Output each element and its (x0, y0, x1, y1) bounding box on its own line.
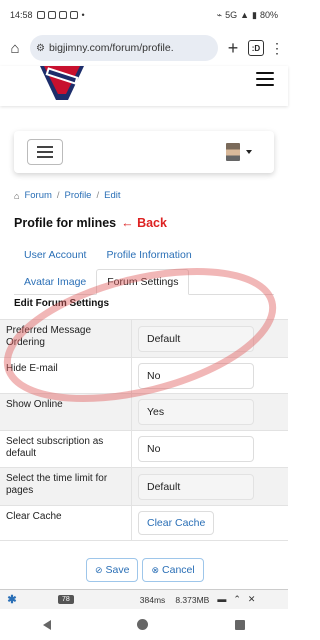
table-row: Preferred Message Ordering Default (0, 319, 288, 357)
address-bar[interactable]: ⚙ bigjimny.com/forum/profile. (30, 35, 218, 61)
home-breadcrumb-icon: ⌂ (14, 190, 20, 201)
query-count-badge[interactable]: 78 (58, 595, 74, 604)
back-link[interactable]: ← Back (121, 216, 167, 230)
back-icon[interactable] (43, 619, 52, 630)
setting-label: Select the time limit for pages (0, 468, 132, 505)
maximize-icon[interactable]: ▬ (217, 594, 226, 605)
settings-table: Preferred Message Ordering Default Hide … (0, 319, 288, 541)
breadcrumb-forum[interactable]: Forum (24, 190, 51, 201)
message-ordering-select[interactable]: Default (138, 325, 254, 352)
battery-level: 80% (259, 10, 278, 20)
tab-user-account[interactable]: User Account (14, 242, 96, 268)
url-text: bigjimny.com/forum/profile. (48, 42, 174, 54)
tab-avatar-image[interactable]: Avatar Image (14, 269, 96, 295)
show-online-select[interactable]: Yes (138, 399, 254, 425)
site-header (0, 66, 288, 106)
recents-icon[interactable] (234, 619, 245, 630)
new-tab-icon[interactable]: + (224, 38, 242, 59)
signal-icon: ▲ (240, 10, 250, 20)
time-limit-select[interactable]: Default (138, 473, 254, 500)
breadcrumb-separator: / (56, 190, 60, 201)
setting-label: Show Online (0, 394, 132, 430)
tab-row-2: Avatar Image Forum Settings (14, 269, 274, 295)
notification-icons (36, 11, 78, 19)
home-button-icon[interactable] (137, 619, 149, 630)
debug-controls: ▬ ⌃ ✕ (217, 594, 255, 605)
tab-profile-information[interactable]: Profile Information (96, 242, 201, 268)
memory-usage: 8.373MB (175, 594, 210, 605)
breadcrumb-edit[interactable]: Edit (104, 190, 120, 201)
status-bar-left: 14:58 • (10, 10, 85, 20)
joomla-icon[interactable]: ✱ (6, 594, 18, 606)
site-settings-icon[interactable]: ⚙ (36, 43, 45, 54)
site-logo[interactable] (38, 66, 86, 104)
hide-email-select[interactable]: No (138, 362, 254, 389)
browser-toolbar: ⌂ ⚙ bigjimny.com/forum/profile. + :D ⋮ (0, 30, 288, 66)
table-row: Clear Cache Clear Cache (0, 505, 288, 541)
avatar[interactable] (226, 143, 240, 161)
page-title: Profile for mlines ← Back (14, 216, 167, 230)
chevron-down-icon[interactable] (246, 150, 252, 154)
breadcrumb-profile[interactable]: Profile (65, 190, 92, 201)
browser-menu-icon[interactable]: ⋮ (270, 40, 284, 57)
mute-icon: ⌁ (216, 9, 223, 20)
save-button[interactable]: ⊘ Save (86, 558, 139, 582)
setting-label: Clear Cache (0, 506, 132, 540)
form-actions: ⊘ Save ⊗ Cancel (86, 558, 204, 582)
table-row: Hide E-mail No (0, 357, 288, 393)
forum-navbar (14, 131, 274, 173)
table-row: Show Online Yes (0, 393, 288, 430)
page-title-text: Profile for mlines (14, 216, 117, 230)
tab-switcher-icon[interactable]: :D (248, 40, 264, 56)
breadcrumb-separator: / (96, 190, 100, 201)
status-bar: 14:58 • ⌁ 5G ▲ ▮ 80% (0, 0, 288, 30)
setting-label: Select subscription as default (0, 431, 132, 467)
signal-label: 5G (225, 10, 238, 20)
debug-toolbar: ✱ 78 384ms 8.373MB ▬ ⌃ ✕ (0, 589, 288, 609)
section-title: Edit Forum Settings (14, 298, 109, 309)
breadcrumb: ⌂ Forum / Profile / Edit (14, 190, 120, 201)
clear-cache-button[interactable]: Clear Cache (138, 511, 215, 535)
site-menu-icon[interactable] (256, 72, 274, 86)
navbar-toggle-icon[interactable] (27, 139, 63, 165)
setting-label: Hide E-mail (0, 358, 132, 393)
home-icon[interactable]: ⌂ (6, 40, 24, 57)
subscription-default-select[interactable]: No (138, 436, 254, 462)
cancel-button[interactable]: ⊗ Cancel (142, 558, 204, 582)
cancel-label: Cancel (162, 564, 195, 576)
close-icon[interactable]: ✕ (248, 594, 256, 605)
status-bar-right: ⌁ 5G ▲ ▮ 80% (217, 10, 278, 21)
battery-icon: ▮ (252, 9, 257, 20)
system-nav-bar (0, 609, 288, 640)
table-row: Select the time limit for pages Default (0, 467, 288, 505)
save-label: Save (105, 564, 130, 576)
table-row: Select subscription as default No (0, 430, 288, 467)
close-circle-icon: ⊗ (151, 564, 160, 575)
setting-label: Preferred Message Ordering (0, 320, 132, 357)
clock: 14:58 (10, 10, 33, 20)
tab-row-1: User Account Profile Information (14, 242, 274, 268)
dot-icon: • (81, 10, 85, 20)
tab-forum-settings[interactable]: Forum Settings (96, 269, 190, 295)
check-circle-icon: ⊘ (95, 564, 103, 575)
request-time: 384ms (139, 594, 166, 605)
chevron-up-icon[interactable]: ⌃ (233, 594, 241, 605)
tab-count: :D (251, 43, 261, 53)
